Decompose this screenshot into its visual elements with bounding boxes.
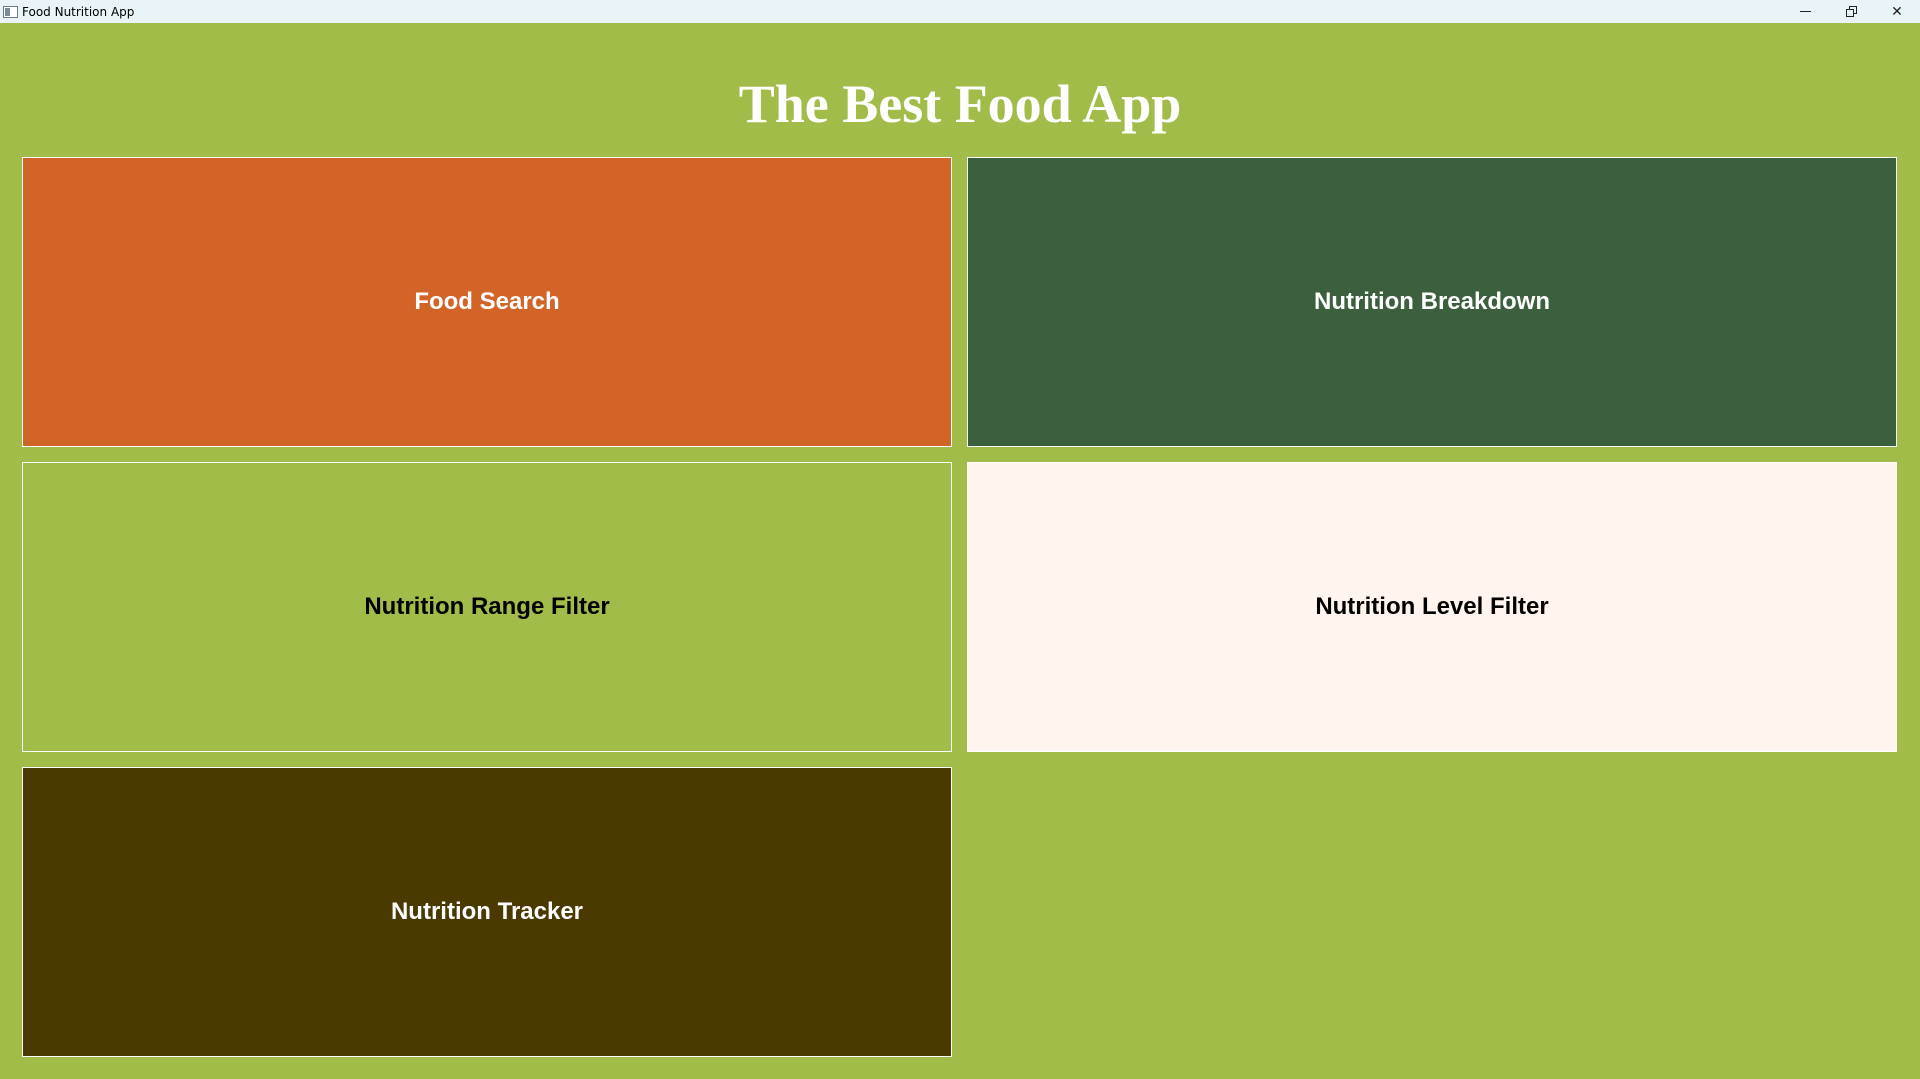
- nutrition-tracker-label: Nutrition Tracker: [390, 898, 584, 925]
- restore-button[interactable]: [1828, 0, 1874, 23]
- window-title: Food Nutrition App: [22, 4, 135, 19]
- page-title: The Best Food App: [738, 74, 1182, 134]
- window-controls: ✕: [1782, 0, 1920, 23]
- nutrition-tracker-button[interactable]: Nutrition Tracker: [22, 767, 952, 1057]
- nutrition-level-filter-label: Nutrition Level Filter: [1315, 593, 1549, 620]
- close-button[interactable]: ✕: [1874, 0, 1920, 23]
- app-window: Food Nutrition App ✕ The Best Food App F…: [0, 0, 1920, 1079]
- restore-icon: [1845, 6, 1857, 17]
- app-window-icon: [3, 5, 18, 18]
- food-search-button[interactable]: Food Search: [22, 157, 952, 447]
- nutrition-level-filter-button[interactable]: Nutrition Level Filter: [967, 462, 1897, 752]
- minimize-icon: [1799, 11, 1811, 12]
- title-bar: Food Nutrition App ✕: [0, 0, 1920, 23]
- nutrition-range-filter-label: Nutrition Range Filter: [364, 593, 610, 620]
- minimize-button[interactable]: [1782, 0, 1828, 23]
- close-icon: ✕: [1891, 3, 1903, 20]
- food-search-label: Food Search: [414, 288, 560, 315]
- nutrition-breakdown-button[interactable]: Nutrition Breakdown: [967, 157, 1897, 447]
- nutrition-range-filter-button[interactable]: Nutrition Range Filter: [22, 462, 952, 752]
- nutrition-breakdown-label: Nutrition Breakdown: [1313, 288, 1550, 315]
